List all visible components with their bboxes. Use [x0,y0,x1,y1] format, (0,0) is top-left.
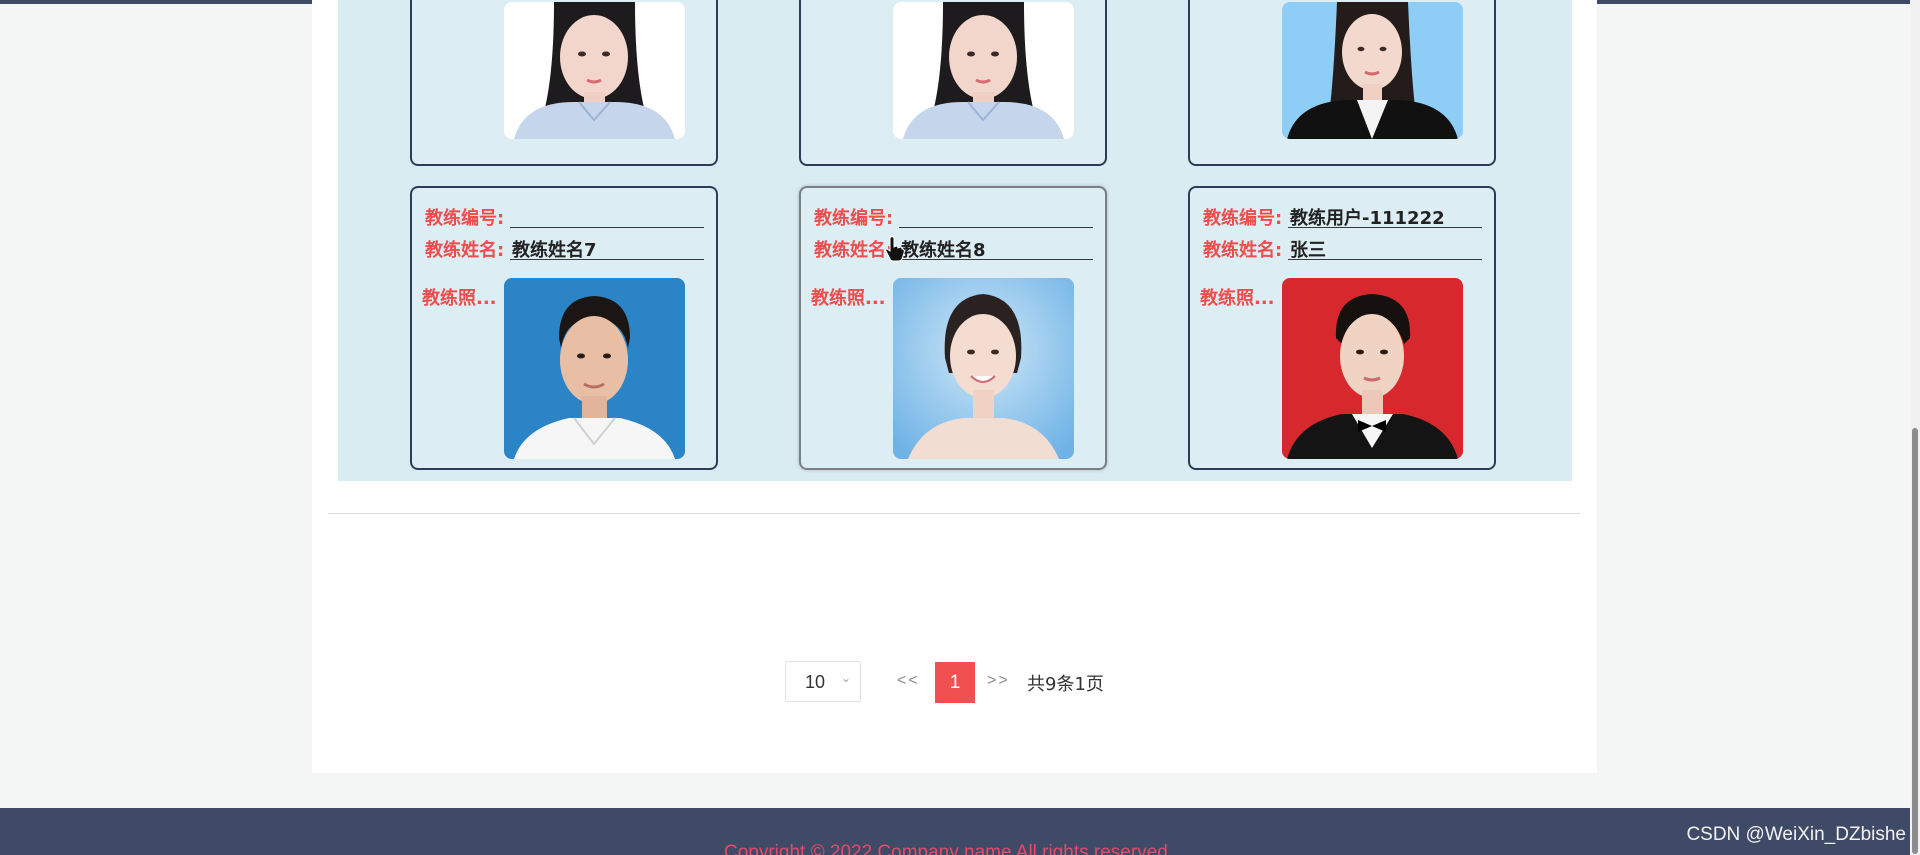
footer: Copyright © 2022 Company name All rights… [0,808,1920,855]
coach-name-label: 教练姓名: [1203,240,1283,261]
coach-name-label: 教练姓名: [425,240,505,261]
coach-photo-label: 教练照... [422,288,497,309]
coach-photo[interactable] [893,2,1074,139]
pagination-total: 共9条1页 [1027,674,1104,695]
coach-id-value: 教练用户-111222 [1288,200,1482,229]
scrollbar-thumb[interactable] [1912,428,1918,854]
man-black-tux-red-bg-photo[interactable] [1282,278,1463,459]
coach-id-label: 教练编号: [1203,208,1283,229]
coach-id-label: 教练编号: [425,208,505,229]
coach-card[interactable]: 教练编号: 教练姓名: 教练姓名8 教练照... [799,186,1107,470]
coach-card[interactable] [1188,0,1496,166]
page-size-select[interactable]: 10 ⌄ [785,661,861,702]
prev-page-button[interactable]: << [897,672,920,690]
footer-copyright: Copyright © 2022 Company name All rights… [724,842,1174,855]
page-button-1[interactable]: 1 [935,662,975,703]
section-divider [328,513,1580,514]
next-page-button[interactable]: >> [987,672,1010,690]
coach-id-value [899,200,1093,228]
coach-card-grid: 教练编号: 教练姓名: 教练姓名7 教练照... 教练编号: 教练姓名: 教练姓… [338,0,1572,481]
coach-photo[interactable] [504,2,685,139]
coach-id-label: 教练编号: [814,208,894,229]
coach-name-label: 教练姓名: [814,240,894,261]
page-scrollbar[interactable] [1910,0,1920,855]
coach-card[interactable] [799,0,1107,166]
coach-card[interactable]: 教练编号: 教练姓名: 教练姓名7 教练照... [410,186,718,470]
coach-name-value: 张三 [1288,232,1482,261]
man-white-shirt-blue-bg-photo[interactable] [504,278,685,459]
coach-card[interactable]: 教练编号: 教练用户-111222 教练姓名: 张三 教练照... [1188,186,1496,470]
chevron-down-icon: ⌄ [841,671,852,685]
coach-name-value: 教练姓名7 [510,232,704,261]
coach-photo[interactable] [1282,2,1463,139]
page-size-value: 10 [805,672,826,692]
coach-photo-label: 教练照... [811,288,886,309]
hand-cursor-icon [885,236,905,266]
coach-card[interactable] [410,0,718,166]
coach-id-value [510,200,704,228]
coach-photo-label: 教练照... [1200,288,1275,309]
watermark: CSDN @WeiXin_DZbishe [1686,824,1906,845]
coach-name-value: 教练姓名8 [899,232,1093,261]
woman-light-blue-bg-photo[interactable] [893,278,1074,459]
